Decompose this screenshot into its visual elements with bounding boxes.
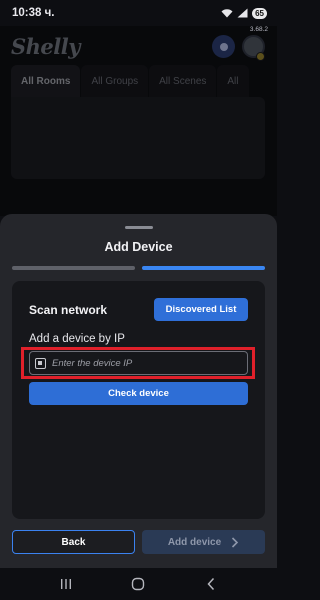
add-device-card: Scan network Discovered List Add a devic… <box>12 281 265 519</box>
discovered-list-button[interactable]: Discovered List <box>154 298 248 321</box>
home-icon[interactable] <box>123 572 153 596</box>
sheet-drag-handle[interactable] <box>125 226 153 229</box>
add-device-button[interactable]: Add device <box>142 530 265 554</box>
progress-step-1 <box>12 266 135 270</box>
chevron-right-icon <box>232 536 239 548</box>
signal-icon <box>237 8 248 18</box>
recents-icon[interactable] <box>51 572 81 596</box>
status-bar: 10:38 ч. 65 <box>0 0 277 26</box>
back-icon[interactable] <box>196 572 226 596</box>
scan-network-label: Scan network <box>29 303 108 317</box>
status-icons: 65 <box>221 7 267 19</box>
add-by-ip-label: Add a device by IP <box>29 333 125 345</box>
background-app: Shelly All Rooms All Groups All Scenes A… <box>0 26 277 216</box>
add-device-sheet: Add Device Scan network Discovered List … <box>0 214 277 568</box>
progress-step-2 <box>142 266 265 270</box>
add-device-label: Add device <box>167 536 222 548</box>
device-ip-input[interactable] <box>52 357 242 369</box>
wifi-icon <box>221 9 233 18</box>
scrim[interactable] <box>0 26 277 216</box>
status-time: 10:38 ч. <box>12 7 55 19</box>
system-nav-bar <box>0 568 277 600</box>
chip-icon <box>35 357 46 369</box>
app-version: 3.68.2 <box>249 26 268 33</box>
check-device-button[interactable]: Check device <box>29 382 248 405</box>
sheet-title: Add Device <box>104 240 173 254</box>
back-button[interactable]: Back <box>12 530 135 554</box>
device-ip-field[interactable] <box>29 351 248 375</box>
battery-indicator: 65 <box>252 7 267 19</box>
